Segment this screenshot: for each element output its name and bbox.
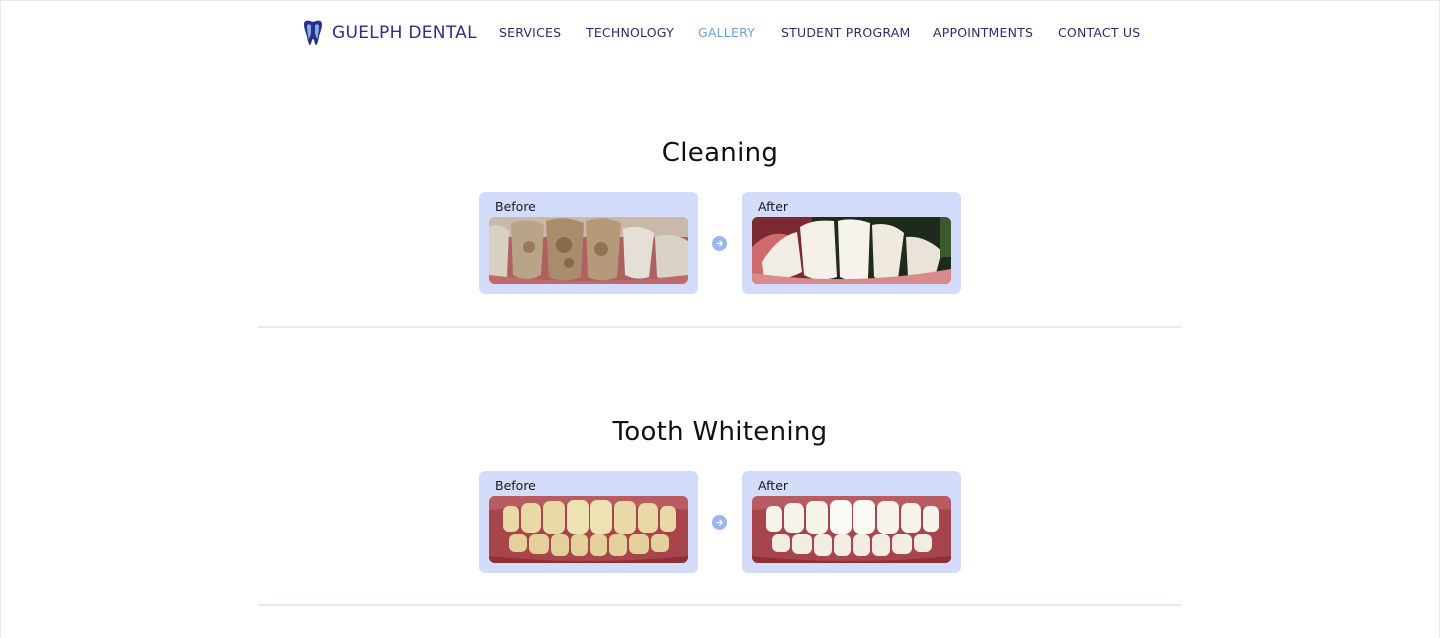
section-divider xyxy=(258,604,1181,606)
section-title: Cleaning xyxy=(661,138,779,168)
after-card: After xyxy=(742,471,961,573)
after-label: After xyxy=(758,199,789,214)
white-teeth-image xyxy=(752,496,951,563)
before-after-arrow-button[interactable] xyxy=(712,515,727,530)
arrow-right-icon xyxy=(716,240,723,247)
before-photo[interactable] xyxy=(489,217,688,284)
before-photo[interactable] xyxy=(489,496,688,563)
arrow-right-icon xyxy=(716,519,723,526)
nav-technology[interactable]: TECHNOLOGY xyxy=(586,25,674,40)
brand-name: GUELPH DENTAL xyxy=(332,23,477,43)
nav-gallery[interactable]: GALLERY xyxy=(698,25,755,40)
before-label: Before xyxy=(495,478,536,493)
page: GUELPH DENTAL SERVICES TECHNOLOGY GALLER… xyxy=(0,0,1440,638)
after-photo[interactable] xyxy=(752,217,951,284)
before-label: Before xyxy=(495,199,536,214)
before-card: Before xyxy=(479,192,698,294)
after-label: After xyxy=(758,478,789,493)
section-divider xyxy=(258,326,1181,328)
nav-student-program[interactable]: STUDENT PROGRAM xyxy=(781,25,910,40)
nav-contact-us[interactable]: CONTACT US xyxy=(1058,25,1140,40)
before-card: Before xyxy=(479,471,698,573)
section-title: Tooth Whitening xyxy=(612,417,828,447)
yellow-teeth-image xyxy=(489,496,688,563)
nav-services[interactable]: SERVICES xyxy=(499,25,561,40)
nav-appointments[interactable]: APPOINTMENTS xyxy=(933,25,1033,40)
tooth-icon xyxy=(304,20,322,45)
before-after-arrow-button[interactable] xyxy=(712,236,727,251)
brand-logo-link[interactable]: GUELPH DENTAL xyxy=(302,20,477,46)
stained-teeth-image xyxy=(489,217,688,284)
clean-teeth-image xyxy=(752,217,951,284)
after-card: After xyxy=(742,192,961,294)
after-photo[interactable] xyxy=(752,496,951,563)
